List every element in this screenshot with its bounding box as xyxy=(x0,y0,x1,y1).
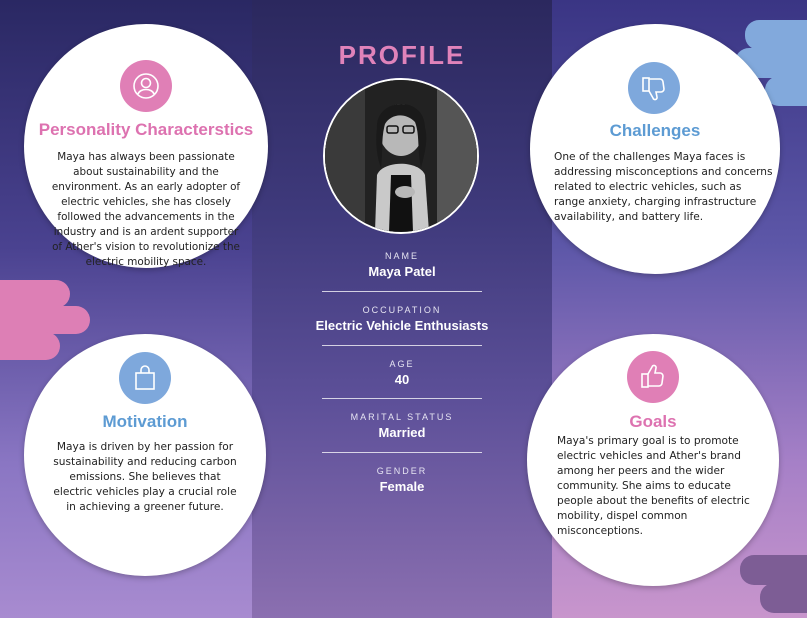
divider xyxy=(322,291,482,292)
challenges-title: Challenges xyxy=(609,121,701,140)
motivation-title: Motivation xyxy=(102,412,188,431)
marital-status-value: Married xyxy=(378,425,426,440)
profile-canvas: Personality Characterstics Maya has alwa… xyxy=(0,0,807,618)
age-label: AGE xyxy=(389,359,415,369)
profile-photo xyxy=(323,78,479,234)
goals-title: Goals xyxy=(629,412,677,431)
gender-label: GENDER xyxy=(376,466,428,476)
goals-text: Maya's primary goal is to promote electr… xyxy=(557,435,750,537)
motivation-text: Maya is driven by her passion for sustai… xyxy=(53,441,237,513)
name-label: NAME xyxy=(384,251,419,261)
occupation-label: OCCUPATION xyxy=(362,305,442,315)
marital-status-label: MARITAL STATUS xyxy=(350,412,454,422)
personality-text: Maya has always been passionate about su… xyxy=(51,151,241,268)
gender-value: Female xyxy=(379,479,425,494)
person-icon xyxy=(120,60,172,112)
page-title: PROFILE xyxy=(338,40,466,70)
age-value: 40 xyxy=(394,372,410,387)
divider xyxy=(322,345,482,346)
challenges-text: One of the challenges Maya faces is addr… xyxy=(554,151,773,223)
motivation-card: Motivation Maya is driven by her passion… xyxy=(24,334,266,576)
thumbs-up-icon xyxy=(627,351,679,403)
thumbs-down-icon xyxy=(628,62,680,114)
personality-title: Personality Characterstics xyxy=(38,120,254,139)
divider xyxy=(322,398,482,399)
challenges-card: Challenges One of the challenges Maya fa… xyxy=(530,24,780,274)
pink-cloud-decoration xyxy=(0,280,90,360)
occupation-value: Electric Vehicle Enthusiasts xyxy=(315,318,489,333)
goals-card: Goals Maya's primary goal is to promote … xyxy=(527,334,779,586)
divider xyxy=(322,452,482,453)
name-value: Maya Patel xyxy=(368,264,436,279)
personality-card: Personality Characterstics Maya has alwa… xyxy=(24,24,268,268)
purple-cloud-decoration xyxy=(740,555,807,618)
shopping-bag-icon xyxy=(119,352,171,404)
